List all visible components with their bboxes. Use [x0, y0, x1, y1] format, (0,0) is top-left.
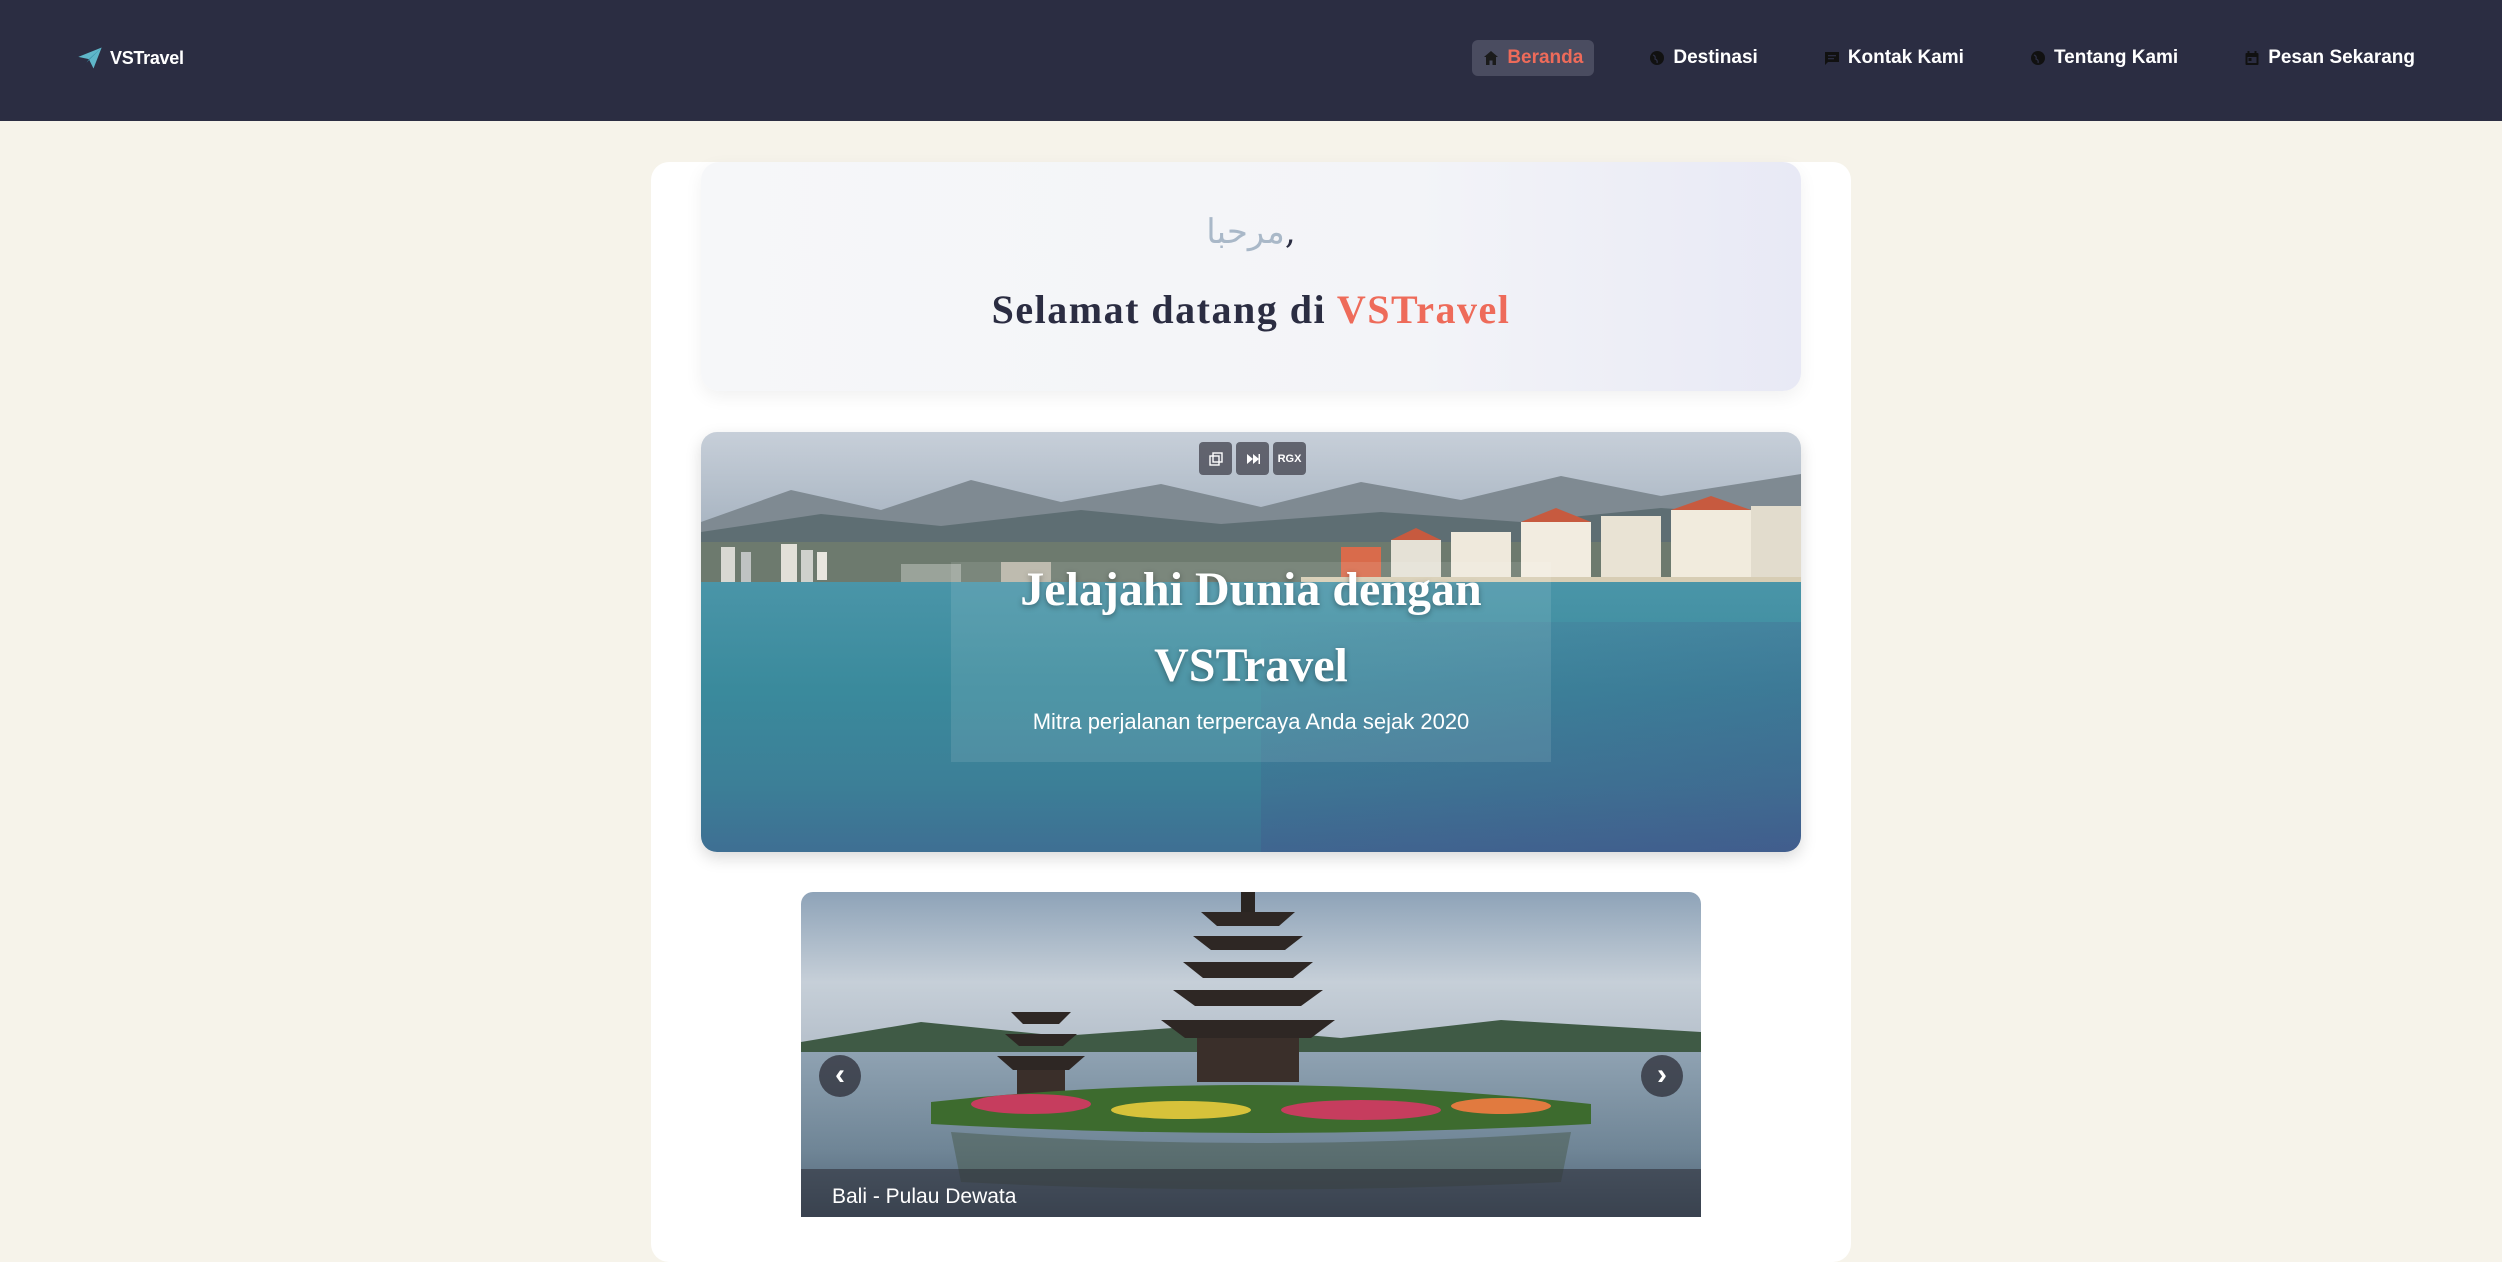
nav-item-label: Beranda [1507, 47, 1584, 68]
nav-item-pesan-sekarang[interactable]: Pesan Sekarang [2233, 40, 2426, 76]
greeting: مرحبا, [701, 212, 1801, 252]
skip-icon [1246, 453, 1260, 464]
globe-icon [2030, 51, 2045, 65]
calendar-icon [2245, 51, 2259, 65]
carousel-prev-button[interactable]: ‹ [819, 1055, 861, 1097]
paper-plane-icon [78, 47, 102, 69]
greeting-text: مرحبا [1206, 212, 1285, 252]
hero-title-line2: VSTravel [1154, 639, 1348, 692]
nav-links: Beranda Destinasi Kontak Kami Tentang Ka… [1472, 40, 2426, 76]
hero-title: Jelajahi Dunia dengan VSTravel [701, 552, 1801, 704]
popout-icon [1208, 451, 1223, 466]
globe-icon [1650, 51, 1665, 65]
welcome-title-brand: VSTravel [1336, 287, 1511, 332]
nav-item-tentang-kami[interactable]: Tentang Kami [2019, 40, 2189, 76]
carousel-caption: Bali - Pulau Dewata [801, 1169, 1701, 1217]
media-controls: RGX [1199, 442, 1306, 475]
navbar: VSTravel Beranda Destinasi Kontak Kami T… [0, 0, 2502, 121]
nav-item-label: Pesan Sekarang [2268, 47, 2415, 68]
hero-banner: RGX Jelajahi Dunia dengan VSTravel Mitra… [701, 432, 1801, 852]
welcome-title: Selamat datang di VSTravel [701, 286, 1801, 333]
welcome-banner: مرحبا, Selamat datang di VSTravel [701, 162, 1801, 391]
brand-name: VSTravel [110, 47, 184, 68]
welcome-title-prefix: Selamat datang di [991, 287, 1337, 332]
brand-logo[interactable]: VSTravel [76, 44, 184, 72]
greeting-comma: , [1284, 212, 1296, 252]
nav-item-beranda[interactable]: Beranda [1472, 40, 1595, 76]
nav-item-kontak-kami[interactable]: Kontak Kami [1813, 40, 1975, 76]
home-icon [1484, 51, 1499, 65]
nav-item-destinasi[interactable]: Destinasi [1638, 40, 1768, 76]
nav-item-label: Destinasi [1673, 47, 1758, 68]
nav-item-label: Kontak Kami [1847, 47, 1964, 68]
hero-title-line1: Jelajahi Dunia dengan [1020, 563, 1482, 616]
rgx-button[interactable]: RGX [1273, 442, 1306, 475]
chat-icon [1824, 52, 1839, 65]
carousel-caption-text: Bali - Pulau Dewata [832, 1185, 1017, 1208]
carousel-next-button[interactable]: › [1641, 1055, 1683, 1097]
destination-carousel: ‹ › Bali - Pulau Dewata [801, 892, 1701, 1217]
hero-subtitle: Mitra perjalanan terpercaya Anda sejak 2… [1032, 709, 1470, 734]
nav-item-label: Tentang Kami [2053, 47, 2179, 68]
skip-button[interactable] [1236, 442, 1269, 475]
popout-button[interactable] [1199, 442, 1232, 475]
